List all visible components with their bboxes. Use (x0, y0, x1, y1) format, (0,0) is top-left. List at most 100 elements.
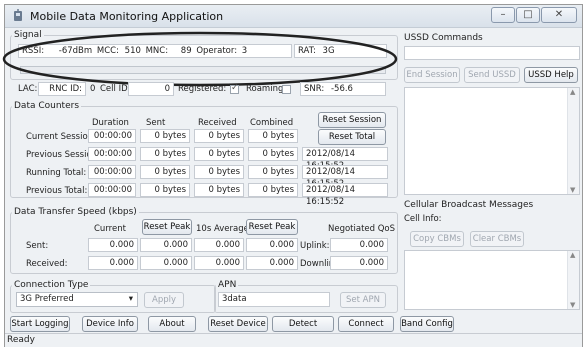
snr-value: -56.6 (330, 84, 353, 94)
col-duration: Duration (92, 118, 129, 128)
col-sent: Sent (146, 118, 166, 128)
ussd-output-list[interactable]: ▲ ▼ (404, 87, 580, 195)
copy-cbms-button[interactable]: Copy CBMs (410, 231, 464, 247)
registered-label: Registered: (178, 84, 227, 94)
cell-info-label: Cell Info: (404, 214, 442, 224)
counters-group-label: Data Counters (12, 101, 82, 111)
row-label-running-total: Running Total: (26, 168, 87, 178)
reset-total-button[interactable]: Reset Total (318, 129, 386, 145)
scroll-down-icon[interactable]: ▼ (570, 186, 575, 194)
prev-total-received: 0 bytes (194, 183, 244, 197)
col-received: Received (198, 118, 237, 128)
negotiated-qos-label: Negotiated QoS (328, 224, 396, 234)
app-icon (14, 9, 22, 21)
speed-sent-average: 0.000 (194, 238, 244, 252)
chevron-down-icon: ▾ (128, 294, 133, 304)
speed-current-header: Current (94, 224, 126, 234)
registered-checkbox (230, 83, 239, 94)
cbm-list[interactable]: ▲ ▼ (404, 250, 580, 310)
current-sent: 0 bytes (140, 129, 190, 143)
speed-received-avg-peak: 0.000 (246, 256, 298, 270)
running-total-received: 0 bytes (194, 165, 244, 179)
set-apn-button[interactable]: Set APN (340, 292, 386, 308)
uplink-label: Uplink: (300, 241, 330, 251)
col-combined: Combined (250, 118, 294, 128)
roaming-label: Roaming (246, 84, 284, 94)
connection-type-select[interactable]: 3G Preferred ▾ (16, 292, 138, 307)
close-button[interactable]: ✕ (541, 7, 577, 23)
maximize-button[interactable]: □ (516, 7, 540, 23)
reset-session-button[interactable]: Reset Session (318, 112, 386, 128)
speed-sent-label: Sent: (26, 241, 49, 251)
connect-button[interactable]: Connect (338, 316, 394, 332)
scroll-down-icon[interactable]: ▼ (570, 301, 575, 309)
prev-session-timestamp: 2012/08/14 16:15:52 (302, 147, 388, 171)
speed-received-average: 0.000 (194, 256, 244, 270)
ussd-help-button[interactable]: USSD Help (524, 67, 578, 83)
detect-device-button[interactable]: Detect Device (272, 316, 334, 343)
running-total-duration: 00:00:00 (88, 165, 136, 179)
cell-id-field: 0 (128, 82, 174, 96)
downlink-value: 0.000 (330, 256, 388, 270)
row-label-current: Current Session: (26, 132, 96, 142)
speed-sent-peak: 0.000 (140, 238, 192, 252)
apply-button[interactable]: Apply (144, 292, 184, 308)
running-total-timestamp: 2012/08/14 16:15:52 (302, 165, 388, 189)
cell-id-value: 0 (164, 84, 170, 94)
device-info-button[interactable]: Device Info (82, 316, 138, 332)
prev-session-combined: 0 bytes (248, 147, 298, 161)
speed-received-label: Received: (26, 259, 68, 269)
uplink-value: 0.000 (330, 238, 388, 252)
apn-input[interactable]: 3data (218, 292, 330, 307)
scroll-up-icon[interactable]: ▲ (570, 88, 575, 96)
close-icon: ✕ (554, 9, 564, 20)
reset-peak-button-1[interactable]: Reset Peak (142, 219, 192, 235)
current-duration: 00:00:00 (88, 129, 136, 143)
snr-label: SNR: (304, 84, 325, 94)
row-label-previous-total: Previous Total: (26, 186, 88, 196)
clear-cbms-button[interactable]: Clear CBMs (470, 231, 524, 247)
send-ussd-button[interactable]: Send USSD (464, 67, 520, 83)
scroll-up-icon[interactable]: ▲ (570, 251, 575, 259)
band-config-button[interactable]: Band Config (400, 316, 454, 332)
running-total-sent: 0 bytes (140, 165, 190, 179)
start-logging-button[interactable]: Start Logging (10, 316, 70, 332)
end-session-button[interactable]: End Session (404, 67, 460, 83)
prev-total-duration: 00:00:00 (88, 183, 136, 197)
ussd-input[interactable] (404, 46, 580, 60)
cell-id-label: Cell ID: (100, 84, 131, 94)
prev-total-combined: 0 bytes (248, 183, 298, 197)
about-button[interactable]: About (148, 316, 196, 332)
snr-field: SNR: -56.6 (300, 82, 386, 96)
rnc-value: 0 (90, 84, 96, 94)
status-bar: Ready (5, 333, 582, 347)
speed-sent-current: 0.000 (88, 238, 138, 252)
rnc-label: RNC ID: (49, 84, 82, 94)
prev-session-received: 0 bytes (194, 147, 244, 161)
reset-peak-button-2[interactable]: Reset Peak (246, 219, 298, 235)
apn-label: APN (216, 280, 239, 290)
minimize-button[interactable]: – (491, 7, 515, 23)
connection-type-value: 3G Preferred (20, 294, 74, 304)
status-text: Ready (7, 335, 35, 345)
ussd-scrollbar[interactable]: ▲ ▼ (567, 88, 579, 194)
running-total-combined: 0 bytes (248, 165, 298, 179)
ussd-group-label: USSD Commands (404, 33, 483, 43)
cbm-scrollbar[interactable]: ▲ ▼ (567, 251, 579, 309)
window-controls: – □ ✕ (491, 7, 578, 25)
connection-type-label: Connection Type (12, 280, 91, 290)
speed-received-peak: 0.000 (140, 256, 192, 270)
speed-group-label: Data Transfer Speed (kbps) (12, 207, 139, 217)
minimize-icon: – (500, 9, 506, 20)
lac-field: RNC ID: (38, 82, 86, 96)
roaming-checkbox (282, 85, 291, 94)
window-title: Mobile Data Monitoring Application (30, 10, 224, 23)
current-combined: 0 bytes (248, 129, 298, 143)
reset-device-button[interactable]: Reset Device (208, 316, 268, 332)
maximize-icon: □ (523, 9, 533, 20)
prev-total-timestamp: 2012/08/14 16:15:52 (302, 183, 388, 207)
speed-avg-header: 10s Average (196, 224, 249, 234)
cbm-group-label: Cellular Broadcast Messages (404, 200, 534, 210)
speed-sent-avg-peak: 0.000 (246, 238, 298, 252)
current-received: 0 bytes (194, 129, 244, 143)
